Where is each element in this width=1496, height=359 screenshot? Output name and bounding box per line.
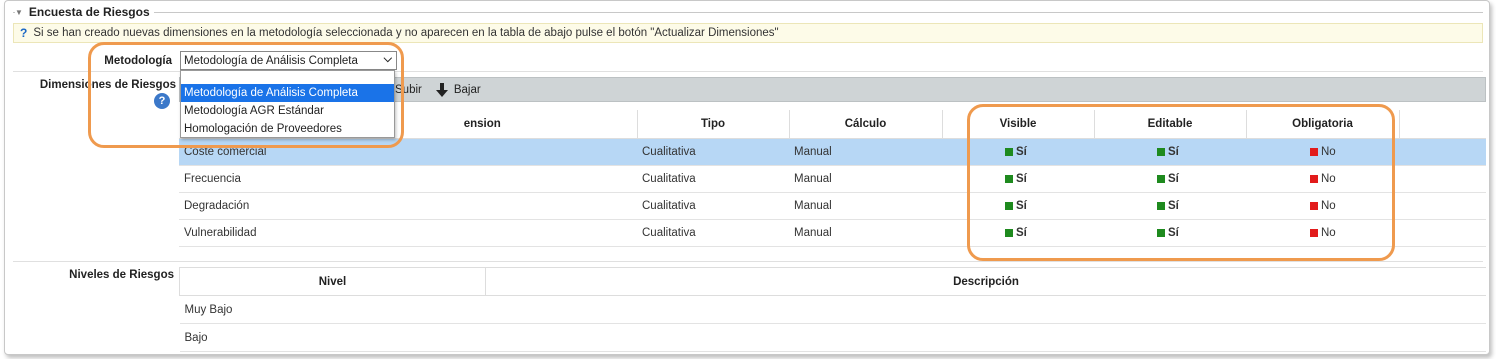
metodologia-selected-value: Metodología de Análisis Completa: [184, 54, 358, 67]
table-row[interactable]: Degradación Cualitativa Manual Sí Sí No: [179, 192, 1486, 220]
cell-nivel: Bajo: [179, 323, 486, 352]
cell-spacer: [1399, 219, 1486, 247]
column-header-obligatoria[interactable]: Obligatoria: [1246, 110, 1400, 139]
arrow-down-icon: [435, 82, 448, 97]
visible-status: Sí: [1005, 146, 1093, 158]
divider: [13, 261, 1483, 262]
obligatoria-value: No: [1321, 199, 1336, 212]
column-header-visible[interactable]: Visible: [942, 110, 1095, 139]
visible-value: Sí: [1016, 172, 1027, 185]
table-row[interactable]: Bajo: [179, 323, 1486, 352]
green-square-icon: [1005, 228, 1013, 237]
cell-dimension: Degradación: [179, 192, 637, 220]
info-text: Si se han creado nuevas dimensiones en l…: [33, 27, 779, 39]
obligatoria-value: No: [1321, 172, 1336, 185]
table-row[interactable]: Muy Bajo: [179, 295, 1486, 324]
cell-calculo: Manual: [789, 219, 942, 247]
cell-spacer: [1399, 165, 1486, 193]
cell-spacer: [1399, 192, 1486, 220]
help-icon[interactable]: ?: [154, 93, 170, 109]
column-header-editable[interactable]: Editable: [1094, 110, 1247, 139]
visible-value: Sí: [1016, 145, 1027, 158]
red-square-icon: [1310, 174, 1318, 183]
obligatoria-status: No: [1310, 173, 1398, 185]
green-square-icon: [1005, 174, 1013, 183]
cell-descripcion: [485, 295, 1486, 324]
niveles-table: Nivel Descripción Muy Bajo Bajo: [179, 267, 1486, 352]
cell-tipo: Cualitativa: [637, 219, 789, 247]
cell-dimension: Vulnerabilidad: [179, 219, 637, 247]
green-square-icon: [1157, 201, 1165, 210]
editable-status: Sí: [1157, 200, 1245, 212]
cell-nivel: Muy Bajo: [179, 295, 486, 324]
question-icon: ?: [20, 26, 28, 40]
niveles-label: Niveles de Riesgos: [69, 269, 174, 281]
visible-value: Sí: [1016, 199, 1027, 212]
cell-tipo: Cualitativa: [637, 165, 789, 193]
editable-value: Sí: [1168, 145, 1179, 158]
red-square-icon: [1310, 228, 1318, 237]
editable-value: Sí: [1168, 199, 1179, 212]
obligatoria-status: No: [1310, 146, 1398, 158]
editable-value: Sí: [1168, 172, 1179, 185]
visible-status: Sí: [1005, 173, 1093, 185]
metodologia-dropdown-list: Metodología de Análisis Completa Metodol…: [180, 70, 395, 138]
fieldset-border: [13, 12, 1483, 13]
cell-descripcion: [485, 323, 1486, 352]
green-square-icon: [1157, 174, 1165, 183]
bajar-label: Bajar: [453, 83, 481, 96]
table-row[interactable]: Vulnerabilidad Cualitativa Manual Sí Sí …: [179, 219, 1486, 247]
metodologia-label: Metodología: [104, 55, 172, 67]
column-header-calculo[interactable]: Cálculo: [789, 110, 943, 139]
column-header-spacer: [1399, 110, 1486, 139]
cell-spacer: [1399, 138, 1486, 166]
collapse-triangle-icon[interactable]: ▼: [15, 8, 23, 17]
green-square-icon: [1005, 147, 1013, 156]
obligatoria-status: No: [1310, 227, 1398, 239]
metodologia-select[interactable]: Metodología de Análisis Completa ⌵: [180, 51, 397, 70]
cell-tipo: Cualitativa: [637, 138, 789, 166]
dimensiones-label: Dimensiones de Riesgos: [39, 79, 176, 91]
visible-value: Sí: [1016, 226, 1027, 239]
cell-calculo: Manual: [789, 165, 942, 193]
obligatoria-status: No: [1310, 200, 1398, 212]
subir-label: Subir: [395, 83, 422, 96]
info-message: ? Si se han creado nuevas dimensiones en…: [13, 23, 1483, 43]
editable-value: Sí: [1168, 226, 1179, 239]
section-title: Encuesta de Riesgos: [28, 5, 150, 19]
bajar-button[interactable]: Bajar: [435, 82, 481, 97]
dropdown-option[interactable]: Metodología AGR Estándar: [181, 102, 394, 120]
obligatoria-value: No: [1321, 145, 1336, 158]
visible-status: Sí: [1005, 227, 1093, 239]
visible-status: Sí: [1005, 200, 1093, 212]
editable-status: Sí: [1157, 146, 1245, 158]
dropdown-option[interactable]: Metodología de Análisis Completa: [181, 84, 394, 102]
editable-status: Sí: [1157, 227, 1245, 239]
red-square-icon: [1310, 201, 1318, 210]
cell-calculo: Manual: [789, 192, 942, 220]
column-header-tipo[interactable]: Tipo: [637, 110, 790, 139]
cell-calculo: Manual: [789, 138, 942, 166]
green-square-icon: [1157, 228, 1165, 237]
subir-button[interactable]: Subir: [395, 84, 422, 96]
red-square-icon: [1310, 147, 1318, 156]
table-header-row: Nivel Descripción: [179, 267, 1486, 296]
table-row[interactable]: Coste comercial Cualitativa Manual Sí Sí…: [179, 138, 1486, 166]
green-square-icon: [1157, 147, 1165, 156]
green-square-icon: [1005, 201, 1013, 210]
column-header-nivel[interactable]: Nivel: [179, 267, 486, 296]
cell-dimension: Frecuencia: [179, 165, 637, 193]
section-header[interactable]: ▼ Encuesta de Riesgos: [15, 4, 154, 20]
cell-tipo: Cualitativa: [637, 192, 789, 220]
obligatoria-value: No: [1321, 226, 1336, 239]
column-header-descripcion[interactable]: Descripción: [485, 267, 1486, 296]
chevron-down-icon: ⌵: [383, 53, 392, 65]
table-row[interactable]: Frecuencia Cualitativa Manual Sí Sí No: [179, 165, 1486, 193]
editable-status: Sí: [1157, 173, 1245, 185]
dropdown-option[interactable]: Homologación de Proveedores: [181, 120, 394, 138]
cell-dimension: Coste comercial: [179, 138, 637, 166]
